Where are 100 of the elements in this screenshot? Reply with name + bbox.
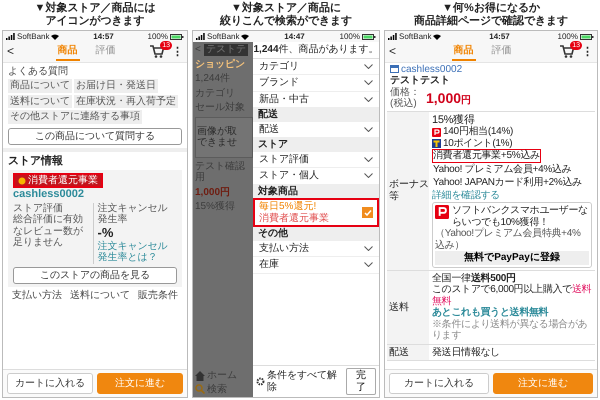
promo-text: ソフトバンクスマホユーザーならいつでも10%獲得！ <box>452 205 589 228</box>
caption-text: ▼対象ストア／商品に <box>230 2 342 14</box>
filter-dropdown[interactable]: 在庫 <box>253 257 379 274</box>
chevron-down-icon <box>364 246 373 251</box>
bonus-detail: Yahoo! JAPANカード利用+2%込み <box>432 176 583 190</box>
image-missing-text: できませ <box>197 137 238 149</box>
clock-time: 14:47 <box>284 32 305 42</box>
bonus-item: 140円相当(14%) <box>443 126 514 138</box>
clear-filters-link[interactable]: 条件をすべて解除 <box>266 370 346 393</box>
add-to-cart-button[interactable]: カートに入れる <box>389 372 489 394</box>
wifi-icon <box>241 34 250 40</box>
battery-icon <box>362 34 376 40</box>
clock-time: 14:57 <box>489 32 510 42</box>
filter-checkbox-row[interactable]: 毎日5%還元! 消費者還元事業 <box>253 198 379 228</box>
store-icon <box>390 65 399 74</box>
signal-icon <box>388 33 397 40</box>
bonus-detail: 消費者還元事業+5%込み <box>432 149 541 163</box>
caption-text: ▼何%お得になるか <box>441 2 541 14</box>
chevron-down-icon <box>364 173 373 178</box>
cancel-rate-help-link[interactable]: 注文キャンセル発生率とは？ <box>98 240 177 264</box>
filter-dropdown[interactable]: ブランド <box>253 75 379 92</box>
filter-section-header: ストア <box>253 138 379 152</box>
cart-icon[interactable] <box>560 45 574 58</box>
filter-section-header: 配送 <box>253 108 379 122</box>
filter-dropdown[interactable]: 支払い方法 <box>253 240 379 258</box>
add-to-cart-button[interactable]: カートに入れる <box>7 372 93 394</box>
checkbox-label: 毎日5%還元! <box>259 201 316 212</box>
store-name-link[interactable]: cashless0002 <box>13 188 177 201</box>
battery-percent: 100% <box>340 32 360 42</box>
battery-percent: 100% <box>558 32 578 42</box>
checkbox[interactable] <box>362 207 373 218</box>
faq-tag[interactable]: 商品について <box>8 79 72 93</box>
ask-question-button[interactable]: この商品について質問する <box>8 128 182 146</box>
coin-icon <box>18 176 26 185</box>
row-label: 送料 <box>389 302 409 314</box>
free-shipping-link[interactable]: あとこれも買うと送料無料 <box>432 307 592 319</box>
cart-icon[interactable] <box>150 45 164 58</box>
price-label: (税込) <box>390 98 418 110</box>
filter-dropdown[interactable]: ストア評価 <box>253 152 379 168</box>
shipping-fee: 全国一律送料500円 <box>432 272 517 284</box>
carrier-name: SoftBank <box>207 32 240 42</box>
page-tab[interactable]: 評価 <box>490 43 514 61</box>
wifi-icon <box>433 34 442 40</box>
product-name: テストテスト <box>390 75 451 86</box>
badge-label: 消費者還元事業 <box>28 174 98 186</box>
clock-time: 14:57 <box>93 32 114 42</box>
rating-note: 総合評価に有効なレビュー数が足りません <box>13 214 84 249</box>
row-label: 配送 <box>389 346 409 358</box>
filter-section-header: その他 <box>253 227 379 241</box>
delivery-info: 発送日情報なし <box>432 346 501 358</box>
filter-section-header: 対象商品 <box>253 184 379 198</box>
page-tab[interactable]: 評価 <box>94 43 118 61</box>
paypay-register-button[interactable]: 無料でPayPayに登録 <box>435 251 589 265</box>
caption-text: 商品詳細ページで確認できます <box>413 15 569 28</box>
menu-button[interactable]: ⋮ <box>172 46 183 58</box>
done-button[interactable]: 完了 <box>346 368 376 395</box>
caption-text: 絞りこんで検索ができます <box>218 15 353 28</box>
battery-icon <box>170 34 184 40</box>
faq-tag[interactable]: お届け日・発送日 <box>74 79 158 93</box>
faq-tag[interactable]: 送料について <box>8 94 72 108</box>
carrier-name: SoftBank <box>17 32 50 42</box>
signal-icon <box>6 33 15 40</box>
bonus-detail: Yahoo! プレミアム会員+4%込み <box>432 162 572 176</box>
wifi-icon <box>51 34 60 40</box>
price-label: 価格： <box>390 86 420 98</box>
chevron-down-icon <box>364 156 373 162</box>
rating-label: ストア評価 <box>13 202 64 214</box>
product-price: 1,000円 <box>426 90 472 106</box>
paypay-icon <box>432 128 441 137</box>
faq-title: よくある質問 <box>8 66 69 78</box>
battery-percent: 100% <box>148 32 168 42</box>
t-point-icon <box>432 139 441 148</box>
store-policy-link[interactable]: 送料について <box>70 290 130 302</box>
faq-tag[interactable]: その他ストアに連絡する事項 <box>8 110 142 124</box>
home-icon[interactable] <box>195 370 205 381</box>
shipping-caveat: ※条件により送料が異なる場合があります <box>432 318 588 342</box>
menu-button[interactable]: ⋮ <box>582 46 593 58</box>
faq-tag[interactable]: 在庫状況・再入荷予定 <box>74 94 178 108</box>
chevron-down-icon <box>364 80 373 86</box>
battery-icon <box>580 34 594 40</box>
caption-text: アイコンがつきます <box>44 15 146 28</box>
store-policy-link[interactable]: 支払い方法 <box>12 290 62 302</box>
row-label: ボーナス等 <box>389 179 429 202</box>
cancel-rate-label: 注文キャンセル発生率 <box>98 202 168 226</box>
back-button[interactable]: < <box>389 45 405 59</box>
promo-note: （Yahoo!プレミアム会員特典+4%込み） <box>435 228 582 252</box>
chevron-down-icon <box>364 262 373 268</box>
campaign-tag: 消費者還元事業 <box>259 212 329 224</box>
paypay-icon <box>435 205 449 220</box>
store-info-title: ストア情報 <box>8 155 64 168</box>
chevron-down-icon <box>364 96 373 102</box>
chevron-down-icon <box>364 126 373 132</box>
store-products-button[interactable]: このストアの商品を見る <box>13 266 177 284</box>
back-button[interactable]: < <box>7 45 23 59</box>
filter-dropdown[interactable]: カテゴリ <box>253 58 379 76</box>
free-shipping-note: このストアで6,000円以上購入で送料無料 <box>432 284 592 307</box>
store-policy-link[interactable]: 販売条件 <box>138 290 178 302</box>
bonus-details-link[interactable]: 詳細を確認する <box>432 190 592 202</box>
store-name-link[interactable]: cashless0002 <box>401 64 462 76</box>
bonus-item: 10ポイント(1%) <box>443 138 512 150</box>
